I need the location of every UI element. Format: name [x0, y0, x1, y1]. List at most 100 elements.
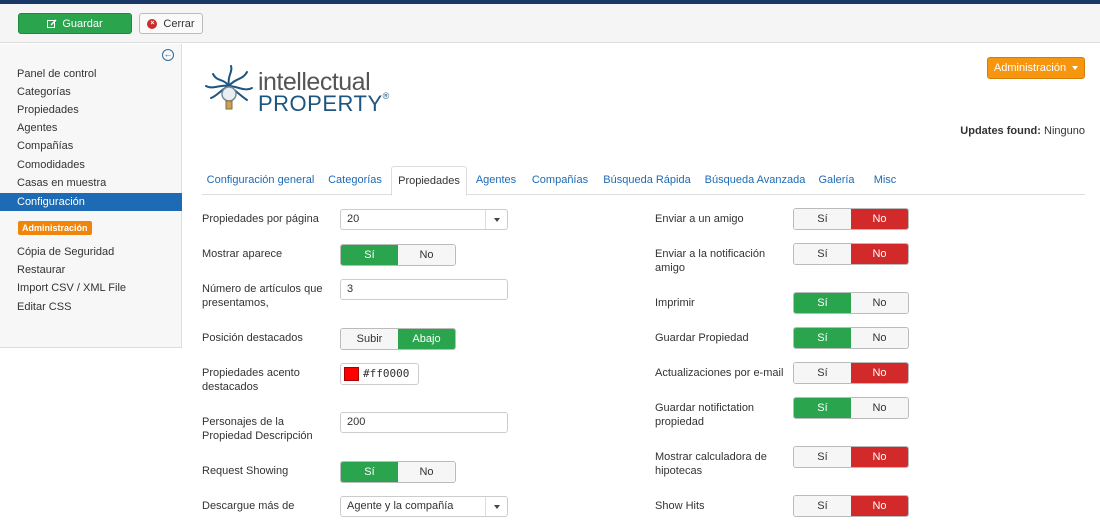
email-updates-label: Actualizaciones por e-mail [655, 367, 784, 379]
sidebar-item-dashboard[interactable]: Panel de control [0, 65, 182, 83]
sidebar-item-restore[interactable]: Restaurar [0, 261, 182, 279]
send-friend-yes[interactable]: Sí [794, 209, 851, 229]
send-notification-label: Enviar a la notificación amigo [655, 248, 766, 274]
sidebar-item-edit-css[interactable]: Editar CSS [0, 298, 182, 316]
request-showing-label: Request Showing [202, 465, 289, 477]
show-hits-label: Show Hits [655, 500, 705, 512]
close-button-label: Cerrar [163, 17, 195, 30]
logo-line2: PROPERTY® [258, 91, 390, 117]
featured-position-label: Posición destacados [202, 332, 303, 344]
save-property-toggle: Sí No [793, 327, 909, 349]
tab-agents[interactable]: Agentes [471, 166, 521, 195]
mortgage-calc-toggle: Sí No [793, 446, 909, 468]
chevron-down-icon [485, 497, 507, 516]
tab-general[interactable]: Configuración general [202, 166, 319, 195]
logo-line2-text: PROPERTY [258, 91, 383, 116]
sidebar-item-backup[interactable]: Cópia de Seguridad [0, 243, 182, 261]
save-property-no[interactable]: No [851, 328, 908, 348]
intellectual-property-logo: intellectual PROPERTY® [203, 64, 393, 116]
num-articles-label: Número de artículos que presentamos, [202, 283, 323, 309]
updates-value: Ninguno [1044, 125, 1085, 137]
sidebar-item-companies[interactable]: Compañías [0, 137, 182, 155]
print-no[interactable]: No [851, 293, 908, 313]
updates-status: Updates found: Ninguno [960, 125, 1085, 137]
desc-chars-input[interactable]: 200 [340, 412, 508, 433]
save-property-yes[interactable]: Sí [794, 328, 851, 348]
print-yes[interactable]: Sí [794, 293, 851, 313]
per-page-select[interactable]: 20 [340, 209, 508, 230]
download-from-select[interactable]: Agente y la compañía [340, 496, 508, 517]
admin-badge: Administración [18, 221, 92, 235]
email-updates-toggle: Sí No [793, 362, 909, 384]
featured-position-toggle: Subir Abajo [340, 328, 456, 350]
save-button[interactable]: Guardar [18, 13, 132, 34]
administration-dropdown[interactable]: Administración [987, 57, 1085, 79]
sidebar-item-amenities[interactable]: Comodidades [0, 156, 182, 174]
lightbulb-logo-icon [205, 65, 253, 110]
download-from-value: Agente y la compañía [347, 500, 454, 512]
download-from-label: Descargue más de [202, 500, 295, 512]
num-articles-input[interactable]: 3 [340, 279, 508, 300]
close-button[interactable]: × Cerrar [139, 13, 203, 34]
show-hits-no[interactable]: No [851, 496, 908, 516]
administration-dropdown-label: Administración [993, 62, 1067, 74]
chevron-down-icon [485, 210, 507, 229]
print-label: Imprimir [655, 297, 695, 309]
edit-icon [47, 19, 57, 28]
accent-color-value: #ff0000 [363, 367, 410, 380]
email-updates-yes[interactable]: Sí [794, 363, 851, 383]
save-notification-toggle: Sí No [793, 397, 909, 419]
show-hits-yes[interactable]: Sí [794, 496, 851, 516]
collapse-sidebar-icon[interactable]: ← [162, 49, 174, 61]
request-showing-yes[interactable]: Sí [341, 462, 398, 482]
mortgage-calc-label: Mostrar calculadora de hipotecas [655, 451, 767, 477]
save-property-label: Guardar Propiedad [655, 332, 749, 344]
per-page-value: 20 [347, 213, 360, 225]
caret-down-icon [1072, 66, 1079, 70]
accent-color-picker[interactable]: #ff0000 [340, 363, 419, 385]
send-friend-no[interactable]: No [851, 209, 908, 229]
send-notification-no[interactable]: No [851, 244, 908, 264]
show-appears-toggle: Sí No [340, 244, 456, 266]
request-showing-toggle: Sí No [340, 461, 456, 483]
close-icon: × [147, 18, 158, 29]
mortgage-calc-yes[interactable]: Sí [794, 447, 851, 467]
print-toggle: Sí No [793, 292, 909, 314]
featured-position-up[interactable]: Subir [341, 329, 398, 349]
tab-gallery[interactable]: Galería [814, 166, 859, 195]
toolbar: Guardar × Cerrar [0, 4, 1100, 43]
mortgage-calc-no[interactable]: No [851, 447, 908, 467]
save-button-label: Guardar [62, 17, 103, 30]
per-page-label: Propiedades por página [202, 213, 319, 225]
sidebar-item-open-houses[interactable]: Casas en muestra [0, 174, 182, 192]
tab-companies[interactable]: Compañías [527, 166, 593, 195]
show-hits-toggle: Sí No [793, 495, 909, 517]
save-notification-no[interactable]: No [851, 398, 908, 418]
settings-tabs: Configuración general Categorías Propied… [202, 166, 1085, 196]
sidebar-item-settings[interactable]: Configuración [0, 193, 182, 211]
sidebar-item-categories[interactable]: Categorías [0, 83, 182, 101]
color-swatch[interactable] [344, 367, 359, 381]
save-notification-label: Guardar notifictation propiedad [655, 402, 755, 428]
tab-categories[interactable]: Categorías [321, 166, 389, 195]
send-friend-label: Enviar a un amigo [655, 213, 744, 225]
tab-advanced-search[interactable]: Búsqueda Avanzada [702, 166, 808, 195]
save-notification-yes[interactable]: Sí [794, 398, 851, 418]
sidebar-item-import[interactable]: Import CSV / XML File [0, 279, 182, 297]
desc-chars-label: Personajes de la Propiedad Descripción [202, 416, 313, 442]
updates-label: Updates found: [960, 125, 1041, 137]
tab-quick-search[interactable]: Búsqueda Rápida [599, 166, 695, 195]
tab-misc[interactable]: Misc [866, 166, 904, 195]
send-friend-toggle: Sí No [793, 208, 909, 230]
sidebar-item-agents[interactable]: Agentes [0, 119, 182, 137]
tab-properties[interactable]: Propiedades [391, 166, 467, 196]
request-showing-no[interactable]: No [398, 462, 455, 482]
sidebar: ← Panel de control Categorías Propiedade… [0, 44, 182, 348]
email-updates-no[interactable]: No [851, 363, 908, 383]
show-appears-yes[interactable]: Sí [341, 245, 398, 265]
sidebar-item-properties[interactable]: Propiedades [0, 101, 182, 119]
send-notification-yes[interactable]: Sí [794, 244, 851, 264]
show-appears-label: Mostrar aparece [202, 248, 283, 260]
featured-position-down[interactable]: Abajo [398, 329, 455, 349]
show-appears-no[interactable]: No [398, 245, 455, 265]
